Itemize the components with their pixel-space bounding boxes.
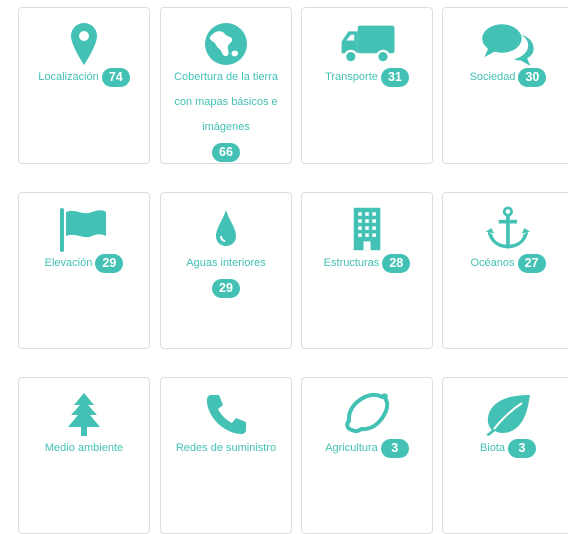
leaf-icon	[443, 391, 568, 437]
category-card-cobertura[interactable]: Cobertura de la tierra con mapas básicos…	[160, 7, 292, 164]
count-badge: 66	[212, 142, 240, 162]
count-badge: 3	[508, 438, 537, 458]
count-badge: 29	[95, 253, 124, 273]
category-text: Sociedad 30	[449, 65, 567, 90]
building-icon	[302, 206, 432, 252]
category-card-sociedad[interactable]: Sociedad 30	[442, 7, 568, 164]
category-text: Elevación 29	[25, 251, 143, 276]
category-text: Agricultura 3	[308, 436, 426, 461]
category-text: Biota 3	[449, 436, 567, 461]
count-badge: 28	[382, 253, 411, 273]
category-label: Medio ambiente	[44, 442, 124, 454]
category-card-localizacion[interactable]: Localización 74	[18, 7, 150, 164]
category-text: Estructuras 28	[308, 251, 426, 276]
chat-bubbles-icon	[443, 21, 568, 67]
category-text: Transporte 31	[308, 65, 426, 90]
lemon-icon	[302, 391, 432, 437]
tree-icon	[19, 391, 149, 437]
map-pin-icon	[19, 21, 149, 67]
category-label: Agricultura	[325, 442, 378, 454]
category-label: Estructuras	[323, 257, 380, 269]
truck-icon	[302, 21, 432, 67]
category-label: Sociedad	[469, 71, 516, 83]
category-card-aguas-interiores[interactable]: Aguas interiores 29	[160, 192, 292, 349]
category-label: Aguas interiores	[186, 257, 266, 269]
phone-icon	[161, 391, 291, 437]
category-text: Redes de suministro	[167, 436, 285, 461]
anchor-icon	[443, 206, 568, 252]
category-text: Medio ambiente	[25, 436, 143, 461]
category-card-estructuras[interactable]: Estructuras 28	[301, 192, 433, 349]
category-label: Cobertura de la tierra con mapas básicos…	[174, 71, 278, 133]
category-text: Aguas interiores 29	[167, 251, 285, 301]
globe-icon	[161, 21, 291, 67]
count-badge: 74	[101, 67, 130, 87]
category-card-oceanos[interactable]: Océanos 27	[442, 192, 568, 349]
count-badge: 27	[517, 253, 546, 273]
category-label: Redes de suministro	[175, 442, 277, 454]
category-label: Localización	[38, 71, 99, 83]
category-text: Cobertura de la tierra con mapas básicos…	[167, 65, 285, 165]
flag-icon	[19, 206, 149, 252]
count-badge: 30	[518, 67, 547, 87]
category-label: Elevación	[44, 257, 93, 269]
count-badge: 31	[380, 67, 409, 87]
count-badge: 3	[380, 438, 409, 458]
category-text: Localización 74	[25, 65, 143, 90]
category-text: Océanos 27	[449, 251, 567, 276]
category-card-transporte[interactable]: Transporte 31	[301, 7, 433, 164]
category-card-elevacion[interactable]: Elevación 29	[18, 192, 150, 349]
category-label: Biota	[479, 442, 506, 454]
count-badge: 29	[212, 278, 240, 298]
category-label: Océanos	[470, 257, 515, 269]
category-label: Transporte	[325, 71, 378, 83]
water-drop-icon	[161, 206, 291, 252]
